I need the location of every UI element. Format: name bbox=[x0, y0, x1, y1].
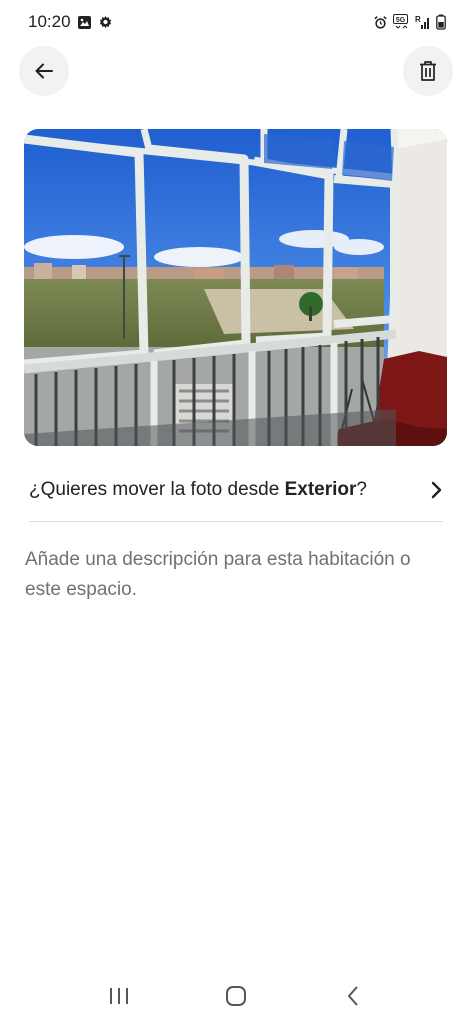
back-button[interactable] bbox=[19, 46, 69, 96]
svg-text:5G: 5G bbox=[396, 17, 406, 24]
arrow-left-icon bbox=[35, 63, 53, 79]
trash-icon bbox=[420, 61, 436, 81]
signal-icon: R bbox=[415, 14, 431, 30]
move-photo-location: Exterior bbox=[284, 479, 357, 500]
status-left: 10:20 bbox=[28, 12, 113, 32]
home-button[interactable] bbox=[216, 976, 256, 1016]
room-photo[interactable] bbox=[24, 129, 447, 446]
gallery-icon bbox=[77, 15, 92, 30]
description-input[interactable]: Añade una descripción para esta habitaci… bbox=[25, 545, 445, 605]
move-photo-text: ¿Quieres mover la foto desde Exterior? bbox=[29, 479, 367, 501]
photo-image bbox=[24, 129, 447, 446]
status-bar: 10:20 5G R bbox=[0, 0, 472, 44]
back-nav-button[interactable] bbox=[333, 976, 373, 1016]
status-time: 10:20 bbox=[28, 12, 71, 31]
recents-icon bbox=[109, 988, 128, 1004]
alarm-icon bbox=[373, 15, 388, 30]
delete-button[interactable] bbox=[403, 46, 453, 96]
nav-bar bbox=[0, 968, 472, 1024]
chevron-right-icon bbox=[431, 481, 442, 499]
gear-icon bbox=[98, 15, 113, 30]
battery-icon bbox=[436, 14, 446, 30]
move-photo-prefix: ¿Quieres mover la foto desde bbox=[29, 479, 285, 500]
home-icon bbox=[225, 986, 246, 1006]
status-right: 5G R bbox=[373, 14, 446, 30]
divider bbox=[29, 521, 443, 522]
move-photo-suffix: ? bbox=[356, 479, 367, 500]
svg-text:R: R bbox=[415, 15, 421, 24]
recents-button[interactable] bbox=[99, 976, 139, 1016]
top-bar bbox=[0, 46, 472, 96]
5g-icon: 5G bbox=[393, 14, 410, 30]
back-nav-icon bbox=[348, 986, 359, 1006]
move-photo-row[interactable]: ¿Quieres mover la foto desde Exterior? bbox=[29, 468, 443, 512]
